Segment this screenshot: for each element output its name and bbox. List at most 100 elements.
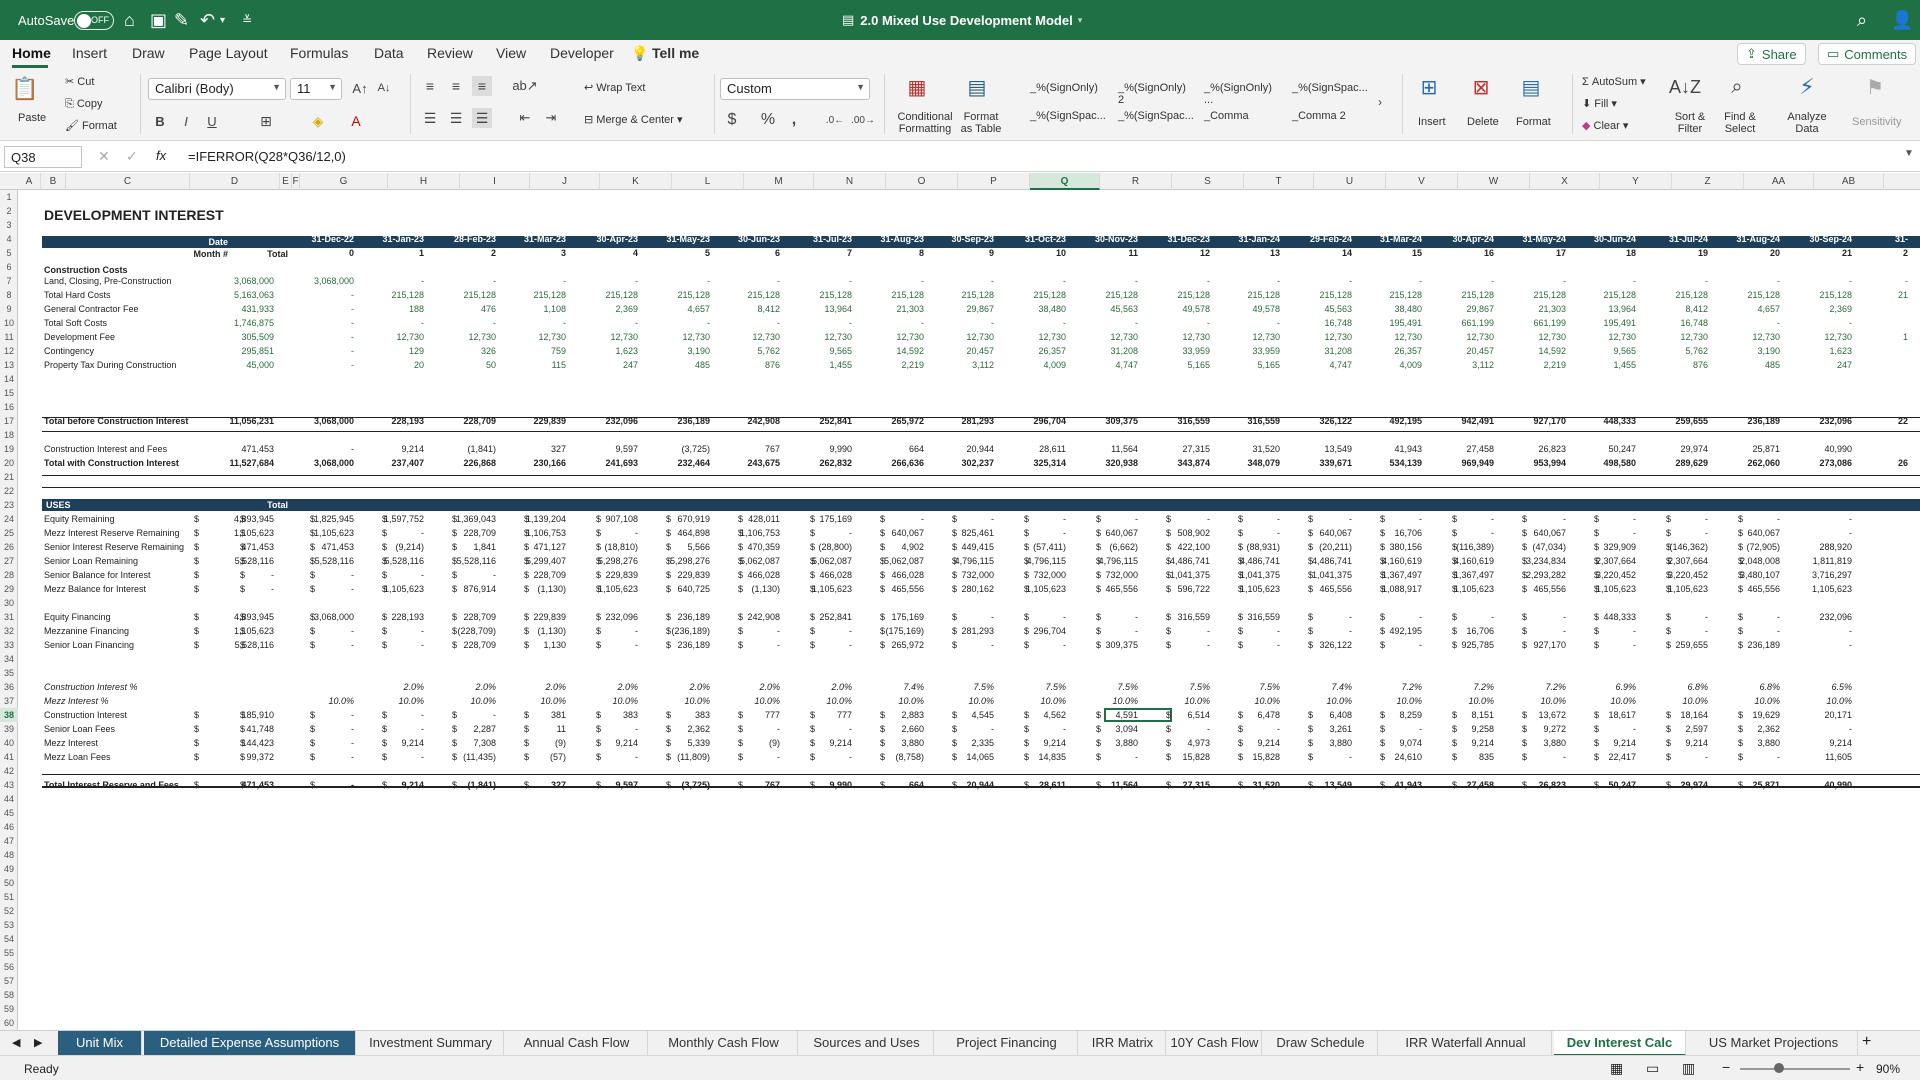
row-header-27[interactable]: 27	[0, 554, 18, 568]
undo-dropdown-icon[interactable]: ▾	[220, 0, 225, 40]
cut-button[interactable]: ✂ Cut	[65, 76, 94, 88]
row-header-35[interactable]: 35	[0, 666, 18, 680]
expand-formula-icon[interactable]: ▼	[1904, 148, 1914, 159]
style-1[interactable]: _%(SignOnly)	[1030, 82, 1106, 94]
font-color-icon[interactable]: A	[346, 112, 366, 130]
row-header-40[interactable]: 40	[0, 736, 18, 750]
column-header-y[interactable]: Y	[1600, 173, 1672, 190]
row-header-60[interactable]: 60	[0, 1016, 18, 1030]
tab-formulas[interactable]: Formulas	[290, 45, 348, 61]
align-left-icon[interactable]: ☰	[420, 108, 440, 128]
row-header-10[interactable]: 10	[0, 316, 18, 330]
tab-page-layout[interactable]: Page Layout	[189, 45, 268, 61]
zoom-slider[interactable]	[1740, 1068, 1850, 1070]
fill-color-icon[interactable]: ◈	[308, 112, 328, 130]
column-header-t[interactable]: T	[1244, 173, 1314, 190]
row-header-41[interactable]: 41	[0, 750, 18, 764]
increase-indent-icon[interactable]: ⇥	[540, 108, 562, 128]
row-header-5[interactable]: 5	[0, 246, 18, 260]
analyze-data-icon[interactable]: ⚡	[1792, 74, 1822, 100]
row-header-6[interactable]: 6	[0, 260, 18, 274]
style-6[interactable]: _%(SignSpac...	[1118, 110, 1194, 122]
row-header-50[interactable]: 50	[0, 876, 18, 890]
share-button[interactable]: ⇪ Share	[1737, 43, 1806, 65]
tab-view[interactable]: View	[496, 45, 526, 61]
name-box[interactable]: Q38	[4, 146, 82, 168]
sheet-tab-irr-matrix[interactable]: IRR Matrix	[1080, 1031, 1166, 1056]
edit-icon[interactable]: ✎	[174, 0, 189, 40]
file-title[interactable]: ▤ 2.0 Mixed Use Development Model ▾	[842, 0, 1082, 40]
next-sheet-icon[interactable]: ▶	[34, 1036, 42, 1049]
style-3[interactable]: _%(SignOnly) ...	[1204, 82, 1280, 106]
conditional-formatting-icon[interactable]: ▦	[902, 74, 932, 100]
wrap-text-button[interactable]: ↩ Wrap Text	[584, 82, 645, 94]
orientation-icon[interactable]: ab↗	[512, 76, 537, 96]
row-header-37[interactable]: 37	[0, 694, 18, 708]
column-header-r[interactable]: R	[1100, 173, 1172, 190]
insert-cells-icon[interactable]: ⊞	[1414, 74, 1444, 100]
row-header-33[interactable]: 33	[0, 638, 18, 652]
function-icon[interactable]: fx	[156, 148, 166, 163]
sheet-tab-project-financing[interactable]: Project Financing	[936, 1031, 1078, 1056]
row-header-51[interactable]: 51	[0, 890, 18, 904]
row-header-39[interactable]: 39	[0, 722, 18, 736]
column-header-ab[interactable]: AB	[1814, 173, 1884, 190]
copy-button[interactable]: ⎘ Copy	[65, 98, 103, 110]
column-header-b[interactable]: B	[41, 173, 66, 190]
row-header-13[interactable]: 13	[0, 358, 18, 372]
confirm-icon[interactable]: ✓	[126, 148, 138, 165]
row-header-7[interactable]: 7	[0, 274, 18, 288]
column-header-i[interactable]: I	[460, 173, 530, 190]
row-header-46[interactable]: 46	[0, 820, 18, 834]
row-header-9[interactable]: 9	[0, 302, 18, 316]
format-as-table-button[interactable]: Format as Table	[956, 111, 1006, 135]
search-icon[interactable]: ⌕	[1857, 0, 1867, 40]
row-header-4[interactable]: 4	[0, 232, 18, 246]
row-header-14[interactable]: 14	[0, 372, 18, 386]
style-8[interactable]: _Comma 2	[1292, 110, 1368, 122]
zoom-out-icon[interactable]: −	[1722, 1059, 1730, 1075]
percent-icon[interactable]: %	[758, 110, 778, 130]
row-header-29[interactable]: 29	[0, 582, 18, 596]
row-header-53[interactable]: 53	[0, 918, 18, 932]
font-name-dropdown[interactable]: Calibri (Body) ▼	[148, 78, 286, 100]
row-header-22[interactable]: 22	[0, 484, 18, 498]
tab-draw[interactable]: Draw	[132, 45, 165, 61]
row-header-12[interactable]: 12	[0, 344, 18, 358]
delete-button[interactable]: Delete	[1467, 116, 1499, 128]
increase-decimal-icon[interactable]: .0←	[824, 110, 846, 130]
align-right-icon[interactable]: ☰	[472, 108, 492, 128]
insert-button[interactable]: Insert	[1418, 116, 1446, 128]
delete-cells-icon[interactable]: ⊠	[1466, 74, 1496, 100]
row-header-24[interactable]: 24	[0, 512, 18, 526]
style-5[interactable]: _%(SignSpac...	[1030, 110, 1106, 122]
tab-tell-me[interactable]: Tell me	[652, 45, 699, 61]
column-header-d[interactable]: D	[190, 173, 280, 190]
page-break-view-icon[interactable]: ▥	[1682, 1060, 1695, 1077]
row-header-49[interactable]: 49	[0, 862, 18, 876]
formula-input[interactable]: =IFERROR(Q28*Q36/12,0)	[188, 149, 346, 164]
row-header-57[interactable]: 57	[0, 974, 18, 988]
row-header-42[interactable]: 42	[0, 764, 18, 778]
column-header-n[interactable]: N	[814, 173, 886, 190]
paste-button[interactable]: Paste	[18, 112, 46, 124]
currency-icon[interactable]: $	[722, 110, 742, 130]
column-header-h[interactable]: H	[388, 173, 460, 190]
column-header-x[interactable]: X	[1530, 173, 1600, 190]
font-size-dropdown[interactable]: 11 ▼	[290, 78, 342, 100]
row-header-11[interactable]: 11	[0, 330, 18, 344]
decrease-font-icon[interactable]: A↓	[374, 78, 394, 98]
sensitivity-button[interactable]: Sensitivity	[1852, 116, 1902, 128]
row-header-15[interactable]: 15	[0, 386, 18, 400]
row-header-45[interactable]: 45	[0, 806, 18, 820]
worksheet-grid[interactable]: DEVELOPMENT INTEREST Date Month # Total …	[18, 190, 1920, 1030]
row-header-16[interactable]: 16	[0, 400, 18, 414]
row-header-8[interactable]: 8	[0, 288, 18, 302]
column-header-v[interactable]: V	[1386, 173, 1458, 190]
row-header-47[interactable]: 47	[0, 834, 18, 848]
sort-filter-button[interactable]: Sort & Filter	[1668, 111, 1712, 135]
format-cells-icon[interactable]: ▤	[1516, 74, 1546, 100]
row-header-54[interactable]: 54	[0, 932, 18, 946]
sheet-tab-irr-waterfall-annual[interactable]: IRR Waterfall Annual	[1380, 1031, 1552, 1056]
row-header-59[interactable]: 59	[0, 1002, 18, 1016]
